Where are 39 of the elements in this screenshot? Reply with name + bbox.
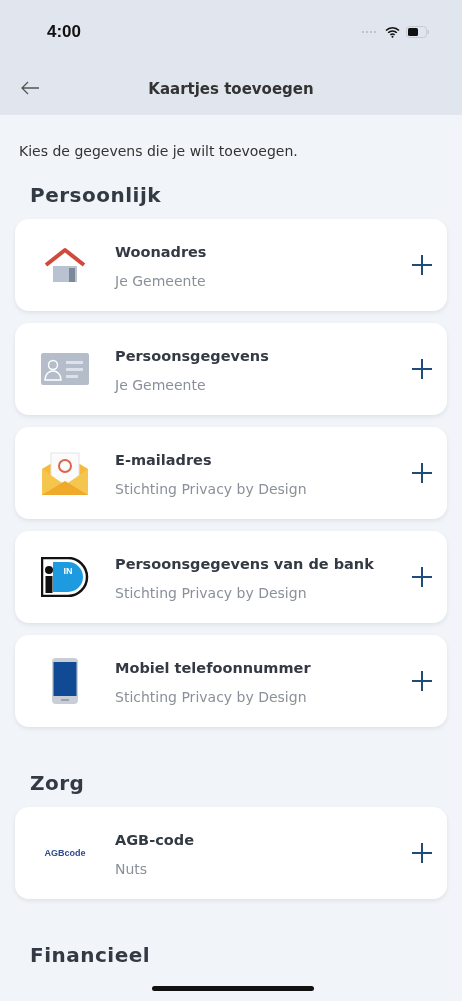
card-title: Mobiel telefoonnummer [115,658,312,678]
screen-title: Kaartjes toevoegen [148,80,314,98]
section-title: Zorg [29,770,86,797]
phone-icon [51,657,79,705]
card-title: Persoonsgegevens van de bank [115,554,375,574]
status-time: 4:00 [47,21,82,42]
credential-card[interactable]: Woonadres Je Gemeente [15,219,447,311]
id-card-icon [41,353,89,385]
card-title: E-mailadres [115,450,213,470]
signal-icon [361,29,379,34]
card-title: Woonadres [115,242,208,262]
intro-text: Kies de gegevens die je wilt toevoegen. [18,142,299,159]
battery-icon [406,25,430,38]
idin-logo: IN [41,557,89,597]
wifi-icon [385,25,400,38]
credential-card[interactable]: Mobiel telefoonnummer Stichting Privacy by Design [15,635,447,727]
house-icon [43,246,87,284]
card-issuer: Je Gemeente [115,273,207,290]
add-icon[interactable] [411,254,433,276]
card-issuer: Nuts [115,861,149,878]
credential-card[interactable]: E-mailadres Stichting Privacy by Design [15,427,447,519]
credential-card[interactable]: Persoonsgegevens Je Gemeente [15,323,447,415]
section-title: Persoonlijk [29,182,163,209]
card-title: AGB-code [115,830,195,850]
card-issuer: Stichting Privacy by Design [115,481,308,498]
envelope-icon [40,449,90,497]
agb-logo: AGBcode [44,848,86,858]
add-icon[interactable] [411,670,433,692]
add-icon[interactable] [411,842,433,864]
card-issuer: Je Gemeente [115,377,207,394]
add-icon[interactable] [411,462,433,484]
credential-card[interactable]: IN Persoonsgegevens van de bank Stichting Privacy by Design [15,531,447,623]
credential-card[interactable]: AGBcode AGB-code Nuts [15,807,447,899]
add-icon[interactable] [411,358,433,380]
card-issuer: Stichting Privacy by Design [115,689,308,706]
card-issuer: Stichting Privacy by Design [115,585,308,602]
card-title: Persoonsgegevens [115,346,270,366]
section-title: Financieel [29,942,152,969]
add-icon[interactable] [411,566,433,588]
